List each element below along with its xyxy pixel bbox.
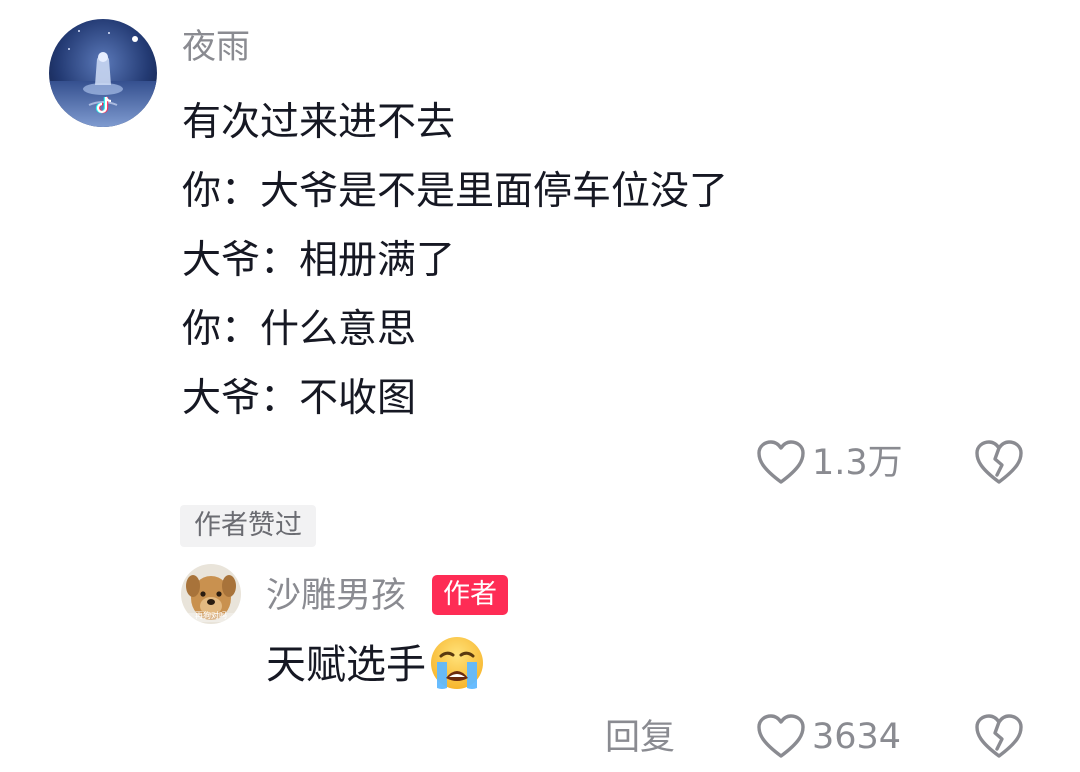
tiktok-logo-icon [94, 94, 116, 116]
loudly-crying-face-icon [428, 634, 486, 692]
reply-text: 天赋选手 [266, 642, 426, 688]
comment-line: 你：大爷是不是里面停车位没了 [182, 169, 729, 214]
comment-line: 你：什么意思 [182, 307, 417, 352]
comment-line: 大爷：不收图 [182, 376, 417, 421]
reply-body: 天赋选手 [266, 633, 486, 697]
reply-button[interactable]: 回复 [605, 713, 675, 763]
reply-avatar[interactable]: 再狗对吗 [181, 564, 241, 624]
author-liked-badge: 作者赞过 [180, 505, 316, 547]
reply-like-count: 3634 [812, 717, 902, 757]
like-count: 1.3万 [812, 443, 903, 483]
comment-body: 有次过来进不去 你：大爷是不是里面停车位没了 大爷：相册满了 你：什么意思 大爷… [182, 88, 728, 433]
reply-username[interactable]: 沙雕男孩 [266, 574, 406, 618]
comment-line: 大爷：相册满了 [182, 238, 456, 283]
commenter-username[interactable]: 夜雨 [182, 25, 250, 69]
reply-like-heart-icon[interactable] [756, 713, 806, 761]
dislike-broken-heart-icon[interactable] [974, 439, 1024, 487]
author-tag: 作者 [432, 575, 508, 615]
reply-dislike-broken-heart-icon[interactable] [974, 713, 1024, 761]
comment-line: 有次过来进不去 [182, 100, 456, 145]
avatar-caption: 再狗对吗 [195, 611, 227, 620]
like-heart-icon[interactable] [756, 439, 806, 487]
